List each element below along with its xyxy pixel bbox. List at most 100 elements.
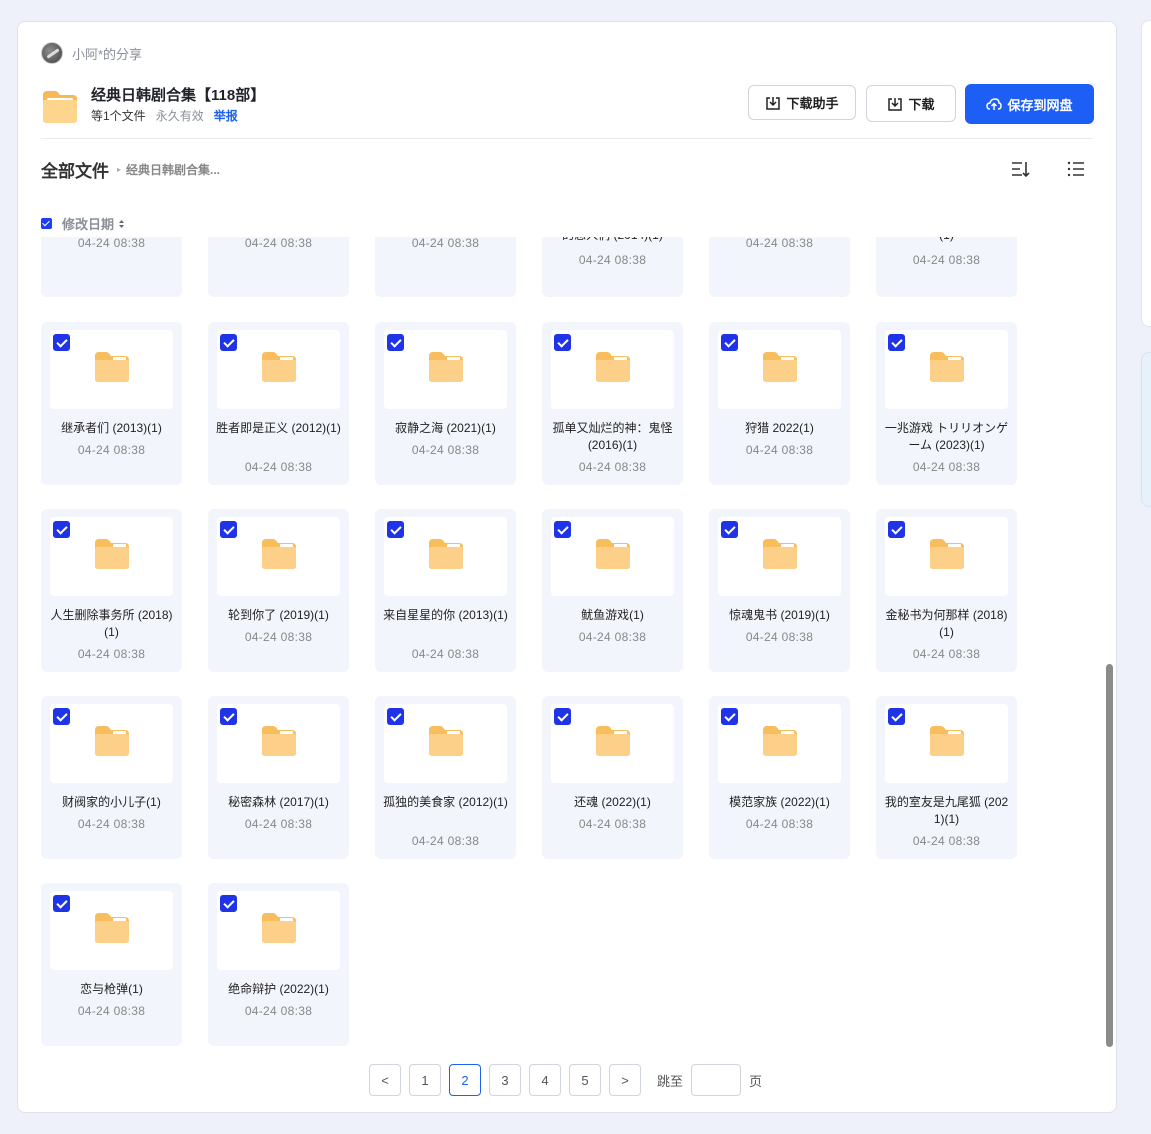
file-card[interactable]: 轮到你了 (2019)(1) 04-24 08:38 [208, 509, 349, 672]
file-name: (1) [882, 237, 1011, 243]
side-panel-top [1141, 20, 1151, 327]
page-button[interactable]: 1 [409, 1064, 441, 1096]
file-checkbox[interactable] [220, 895, 237, 912]
prev-page-button[interactable]: < [369, 1064, 401, 1096]
folder-icon [762, 538, 798, 575]
file-card[interactable]: 一兆游戏 トリリオンゲーム (2023)(1) 04-24 08:38 [876, 322, 1017, 485]
file-checkbox[interactable] [387, 708, 404, 725]
file-checkbox[interactable] [220, 708, 237, 725]
file-date: 04-24 08:38 [244, 630, 313, 644]
file-card[interactable]: 绝命辩护 (2022)(1) 04-24 08:38 [208, 883, 349, 1046]
file-name: 模范家族 (2022)(1) [729, 795, 830, 809]
folder-icon [428, 538, 464, 575]
file-name: 胜者即是正义 (2012)(1) [216, 421, 341, 435]
file-checkbox[interactable] [721, 708, 738, 725]
file-date: 04-24 08:38 [411, 647, 480, 661]
file-checkbox[interactable] [888, 708, 905, 725]
file-card[interactable]: 的恋人们 (2014)(1) 04-24 08:38 [542, 237, 683, 297]
file-grid: 04-24 08:3804-24 08:3804-24 08:38的恋人们 (2… [41, 237, 1081, 1047]
select-all-checkbox[interactable] [41, 218, 52, 229]
file-name: 秘密森林 (2017)(1) [228, 795, 329, 809]
file-card[interactable]: 孤独的美食家 (2012)(1) 04-24 08:38 [375, 696, 516, 859]
next-page-button[interactable]: > [609, 1064, 641, 1096]
file-date: 04-24 08:38 [77, 443, 146, 457]
file-name: 孤单又灿烂的神：鬼怪 (2016)(1) [552, 421, 673, 452]
file-checkbox[interactable] [888, 521, 905, 538]
file-date: 04-24 08:38 [912, 647, 981, 661]
breadcrumb-separator-icon: ▸ [117, 165, 122, 174]
file-card[interactable]: 04-24 08:38 [375, 237, 516, 297]
folder-icon [94, 725, 130, 762]
breadcrumb-root[interactable]: 全部文件 [41, 157, 109, 182]
file-checkbox[interactable] [53, 521, 70, 538]
file-card[interactable]: 财阀家的小儿子(1) 04-24 08:38 [41, 696, 182, 859]
pagination: < 1 2 3 4 5 > 跳至 页 [369, 1064, 762, 1096]
folder-icon [595, 351, 631, 388]
file-date: 04-24 08:38 [745, 237, 814, 250]
download-button[interactable]: 下载 [866, 85, 956, 122]
file-name: 金秘书为何那样 (2018)(1) [885, 608, 1008, 639]
file-card[interactable]: 孤单又灿烂的神：鬼怪 (2016)(1) 04-24 08:38 [542, 322, 683, 485]
file-checkbox[interactable] [554, 708, 571, 725]
file-card[interactable]: 寂静之海 (2021)(1) 04-24 08:38 [375, 322, 516, 485]
file-card[interactable]: 人生删除事务所 (2018)(1) 04-24 08:38 [41, 509, 182, 672]
report-link[interactable]: 举报 [214, 107, 238, 125]
file-card[interactable]: 我的室友是九尾狐 (2021)(1) 04-24 08:38 [876, 696, 1017, 859]
file-checkbox[interactable] [888, 334, 905, 351]
file-checkbox[interactable] [554, 334, 571, 351]
file-card[interactable]: 狩猎 2022(1) 04-24 08:38 [709, 322, 850, 485]
file-checkbox[interactable] [387, 521, 404, 538]
file-card[interactable]: 04-24 08:38 [41, 237, 182, 297]
file-card[interactable]: 胜者即是正义 (2012)(1) 04-24 08:38 [208, 322, 349, 485]
folder-icon [94, 912, 130, 949]
page-button[interactable]: 3 [489, 1064, 521, 1096]
file-checkbox[interactable] [53, 895, 70, 912]
file-date: 04-24 08:38 [578, 253, 647, 267]
list-view-icon[interactable] [1067, 161, 1085, 182]
save-to-netdisk-button[interactable]: 保存到网盘 [965, 84, 1094, 124]
page-button[interactable]: 4 [529, 1064, 561, 1096]
header-divider [41, 138, 1093, 139]
file-date: 04-24 08:38 [244, 237, 313, 250]
file-card[interactable]: (1) 04-24 08:38 [876, 237, 1017, 297]
file-card[interactable]: 还魂 (2022)(1) 04-24 08:38 [542, 696, 683, 859]
file-card[interactable]: 来自星星的你 (2013)(1) 04-24 08:38 [375, 509, 516, 672]
file-checkbox[interactable] [53, 708, 70, 725]
sort-by-date[interactable]: 修改日期 [62, 214, 114, 233]
file-checkbox[interactable] [554, 521, 571, 538]
scrollbar-thumb[interactable] [1106, 664, 1113, 1047]
file-card[interactable]: 金秘书为何那样 (2018)(1) 04-24 08:38 [876, 509, 1017, 672]
file-date: 04-24 08:38 [77, 647, 146, 661]
file-checkbox[interactable] [220, 334, 237, 351]
file-checkbox[interactable] [53, 334, 70, 351]
folder-icon [428, 725, 464, 762]
sharer-info: 小阿*的分享 [41, 42, 142, 64]
file-card[interactable]: 惊魂鬼书 (2019)(1) 04-24 08:38 [709, 509, 850, 672]
folder-icon [595, 725, 631, 762]
file-card[interactable]: 秘密森林 (2017)(1) 04-24 08:38 [208, 696, 349, 859]
file-name: 惊魂鬼书 (2019)(1) [729, 608, 830, 622]
file-checkbox[interactable] [721, 521, 738, 538]
jump-page-input[interactable] [691, 1064, 742, 1096]
sort-order-icon[interactable] [1011, 160, 1031, 183]
file-name: 的恋人们 (2014)(1) [548, 237, 677, 243]
file-checkbox[interactable] [387, 334, 404, 351]
page-button[interactable]: 5 [569, 1064, 601, 1096]
share-panel: 小阿*的分享 经典日韩剧合集【118部】 等1个文件 永久有效 举报 下载助手 [17, 21, 1117, 1113]
breadcrumb: 全部文件 ▸ 经典日韩剧合集... [41, 157, 220, 182]
file-card[interactable]: 04-24 08:38 [208, 237, 349, 297]
download-helper-button[interactable]: 下载助手 [748, 85, 856, 120]
file-card[interactable]: 鱿鱼游戏(1) 04-24 08:38 [542, 509, 683, 672]
folder-icon [41, 88, 79, 124]
file-date: 04-24 08:38 [77, 1004, 146, 1018]
avatar[interactable] [41, 42, 63, 64]
file-card[interactable]: 04-24 08:38 [709, 237, 850, 297]
file-checkbox[interactable] [721, 334, 738, 351]
file-card[interactable]: 模范家族 (2022)(1) 04-24 08:38 [709, 696, 850, 859]
folder-icon [762, 351, 798, 388]
file-card[interactable]: 恋与枪弹(1) 04-24 08:38 [41, 883, 182, 1046]
file-card[interactable]: 继承者们 (2013)(1) 04-24 08:38 [41, 322, 182, 485]
sort-caret-icon[interactable] [118, 219, 125, 229]
file-checkbox[interactable] [220, 521, 237, 538]
page-button-current[interactable]: 2 [449, 1064, 481, 1096]
